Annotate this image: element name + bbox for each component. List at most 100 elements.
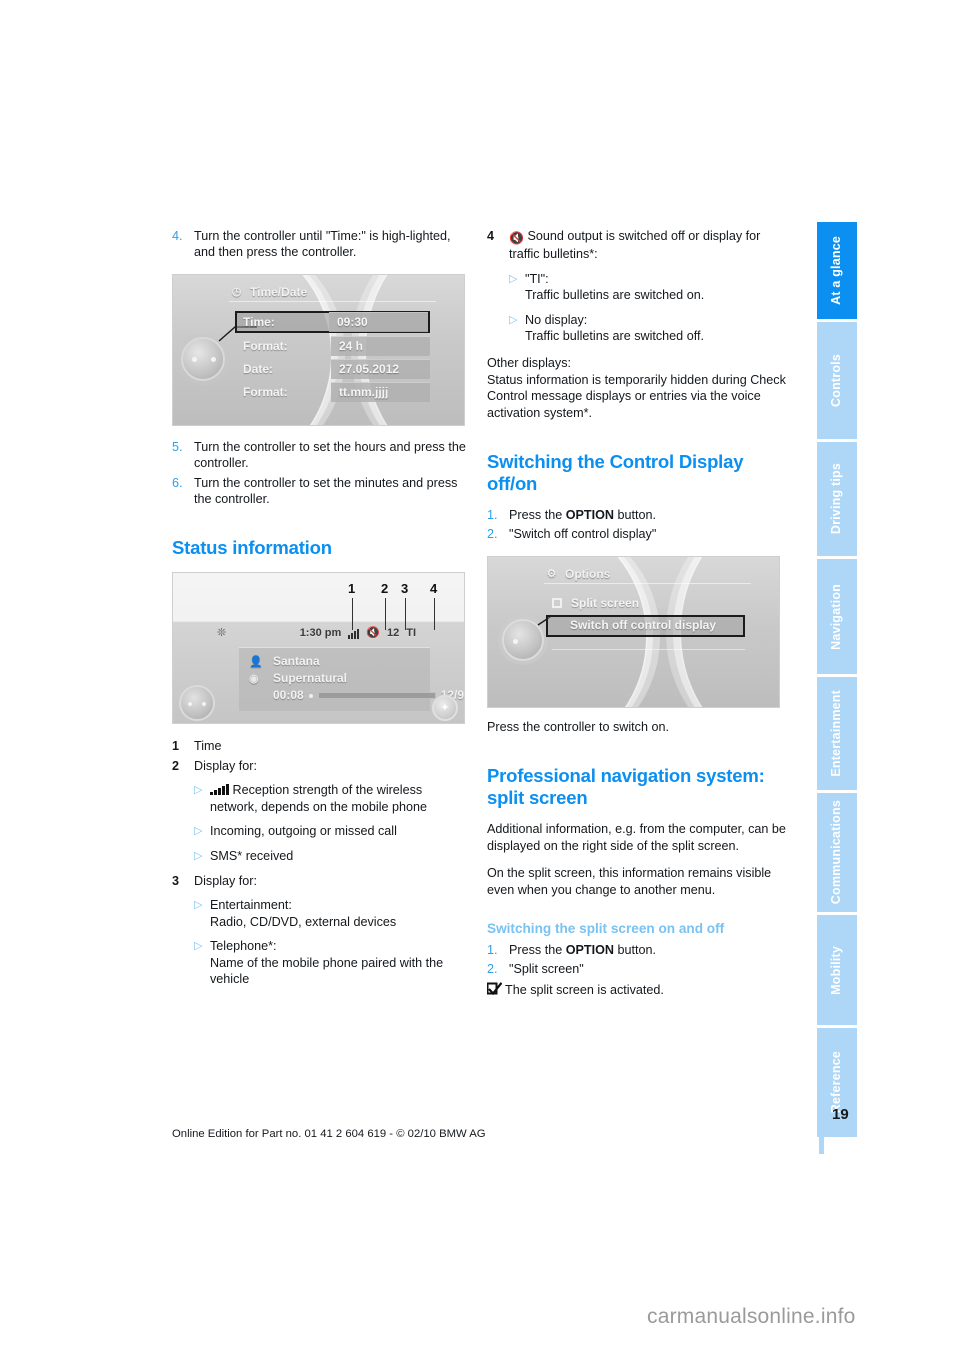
- section-heading-switching-control-display: Switching the Control Display off/on: [487, 451, 744, 495]
- triangle-bullet-icon: ▷: [509, 313, 518, 326]
- step-text: Turn the controller to set the hours and…: [194, 439, 466, 471]
- sidebar-item-mobility[interactable]: Mobility: [817, 915, 857, 1028]
- progress-track[interactable]: [317, 692, 436, 700]
- legend-text: Display for:: [194, 874, 257, 889]
- album-name: Supernatural: [273, 671, 348, 686]
- step-number: 1.: [487, 508, 498, 523]
- disc-icon: ◉: [249, 673, 259, 686]
- person-icon: 👤: [249, 656, 263, 669]
- step-number: 1.: [487, 942, 498, 957]
- legend-text: Time: [194, 739, 222, 754]
- menu-item-switch-off-control-display[interactable]: Switch off control display: [546, 614, 745, 637]
- track-number: 12: [386, 627, 400, 640]
- sidebar-item-entertainment[interactable]: Entertainment: [817, 677, 857, 793]
- step-text: Press the OPTION button.: [509, 508, 656, 523]
- climate-icon: ❊: [217, 627, 227, 640]
- step-4: 4. Turn the controller until "Time:" is …: [172, 228, 472, 261]
- menu-row-date-format[interactable]: Format: tt.mm.jjjj: [239, 381, 430, 402]
- option-button-label: OPTION: [565, 508, 614, 523]
- step-number: 5.: [172, 439, 183, 454]
- legend-bullet: ▷ Reception strength of the wireless net…: [172, 782, 472, 815]
- step-number: 6.: [172, 475, 183, 490]
- other-displays-block: Other displays: Status information is te…: [487, 355, 787, 421]
- row-value: 09:30: [329, 311, 428, 332]
- footer: Online Edition for Part no. 01 41 2 604 …: [172, 1128, 812, 1140]
- aux-knob: ✦: [432, 695, 458, 722]
- row-value: tt.mm.jjjj: [331, 381, 430, 402]
- step-number: 2.: [487, 962, 498, 977]
- sidebar-item-label: Controls: [828, 354, 843, 407]
- menu-row-time-format[interactable]: Format: 24 h: [239, 335, 430, 356]
- screen-title: Options: [565, 566, 611, 581]
- entertainment-panel: 👤 ◉ Santana Supernatural 00:08 12/99: [239, 647, 464, 712]
- menu-row-time[interactable]: Time: 09:30: [235, 310, 430, 333]
- triangle-bullet-icon: ▷: [194, 899, 203, 912]
- mute-icon: 🔇: [366, 627, 380, 640]
- options-icon: ⚙: [546, 567, 557, 580]
- legend-bullet-text: Telephone*: Name of the mobile phone pai…: [210, 939, 444, 987]
- step-number: 4.: [172, 229, 183, 243]
- row-label: Date:: [243, 361, 274, 376]
- step-text: "Split screen": [509, 962, 584, 977]
- idrive-controller-knob: [179, 685, 215, 722]
- legend-item-4: 4 🔇 Sound output is switched off or disp…: [487, 228, 787, 263]
- legend-bullet: ▷ Entertainment: Radio, CD/DVD, external…: [172, 897, 472, 930]
- elapsed-time: 00:08: [273, 688, 304, 703]
- other-displays-text: Status information is temporarily hidden…: [487, 372, 786, 420]
- progress-dot: [308, 693, 313, 698]
- callout-3: 3: [401, 581, 409, 597]
- sidebar-item-communications[interactable]: Communications: [817, 793, 857, 915]
- right-column: 4 🔇 Sound output is switched off or disp…: [486, 228, 787, 999]
- signal-bars-icon: [210, 784, 229, 796]
- options-screen-figure: ⚙ Options Split screen Switch off contro…: [487, 555, 780, 708]
- menu-item-split-screen[interactable]: Split screen: [552, 595, 745, 611]
- screen-titlebar: ◷ Time/Date: [229, 283, 436, 302]
- triangle-bullet-icon: ▷: [194, 940, 203, 953]
- signal-bars-icon: [348, 628, 360, 639]
- step-2-split-screen: 2. "Split screen": [487, 961, 787, 977]
- step-6: 6. Turn the controller to set the minute…: [172, 475, 472, 508]
- legend-item-1: 1 Time: [172, 738, 472, 754]
- step-number: 2.: [487, 527, 498, 542]
- callout-numbers: 1 2 3 4: [173, 581, 464, 631]
- legend-text: Sound output is switched off or display …: [509, 229, 761, 262]
- callout-2: 2: [381, 581, 389, 597]
- clock-icon: ◷: [231, 285, 242, 298]
- legend-bullet: ▷ "TI": Traffic bulletins are switched o…: [487, 271, 787, 304]
- legend-bullet: ▷ Incoming, outgoing or missed call: [172, 823, 472, 840]
- sidebar-item-navigation[interactable]: Navigation: [817, 559, 857, 677]
- menu-item-label: Split screen: [571, 595, 640, 610]
- step-text: Turn the controller to set the minutes a…: [194, 475, 458, 507]
- sidebar-item-label: Communications: [828, 800, 843, 905]
- legend-bullet-text: "TI": Traffic bulletins are switched on.: [525, 271, 705, 303]
- mute-icon: 🔇: [509, 231, 524, 245]
- sidebar-item-label: Mobility: [828, 945, 843, 995]
- menu-row-date[interactable]: Date: 27.05.2012: [239, 358, 430, 379]
- row-label: Format:: [243, 338, 288, 353]
- timedate-screen-figure: ◷ Time/Date Time: 09:30 Format: 24 h Dat…: [172, 273, 465, 426]
- sidebar-item-driving-tips[interactable]: Driving tips: [817, 442, 857, 559]
- step-1-option-button-2: 1. Press the OPTION button.: [487, 942, 787, 958]
- sidebar-item-at-a-glance[interactable]: At a glance: [817, 222, 857, 322]
- sidebar-item-label: Reference: [828, 1051, 843, 1114]
- legend-bullet-text: Entertainment: Radio, CD/DVD, external d…: [210, 898, 397, 929]
- triangle-bullet-icon: ▷: [509, 272, 518, 285]
- legend-bullet: ▷ SMS* received: [172, 848, 472, 865]
- option-button-label: OPTION: [565, 942, 614, 957]
- checkbox-checked-icon: [486, 981, 505, 999]
- legend-bullet: ▷ No display: Traffic bulletins are swit…: [487, 312, 787, 345]
- legend-number: 1: [172, 739, 180, 754]
- footer-rule: [819, 1122, 824, 1154]
- legend-item-2: 2 Display for:: [172, 758, 472, 774]
- step-text: Turn the controller until "Time:" is hig…: [194, 229, 451, 260]
- row-value: 24 h: [331, 335, 430, 356]
- row-label: Format:: [243, 384, 288, 399]
- checkbox-icon[interactable]: [552, 598, 562, 609]
- step-5: 5. Turn the controller to set the hours …: [172, 439, 472, 472]
- sidebar-item-controls[interactable]: Controls: [817, 322, 857, 442]
- screen-title: Time/Date: [250, 284, 308, 299]
- callout-1: 1: [348, 581, 356, 597]
- edition-text: Online Edition for Part no. 01 41 2 604 …: [172, 1128, 486, 1140]
- legend-number: 3: [172, 874, 180, 889]
- legend-bullet-text: SMS* received: [210, 849, 294, 864]
